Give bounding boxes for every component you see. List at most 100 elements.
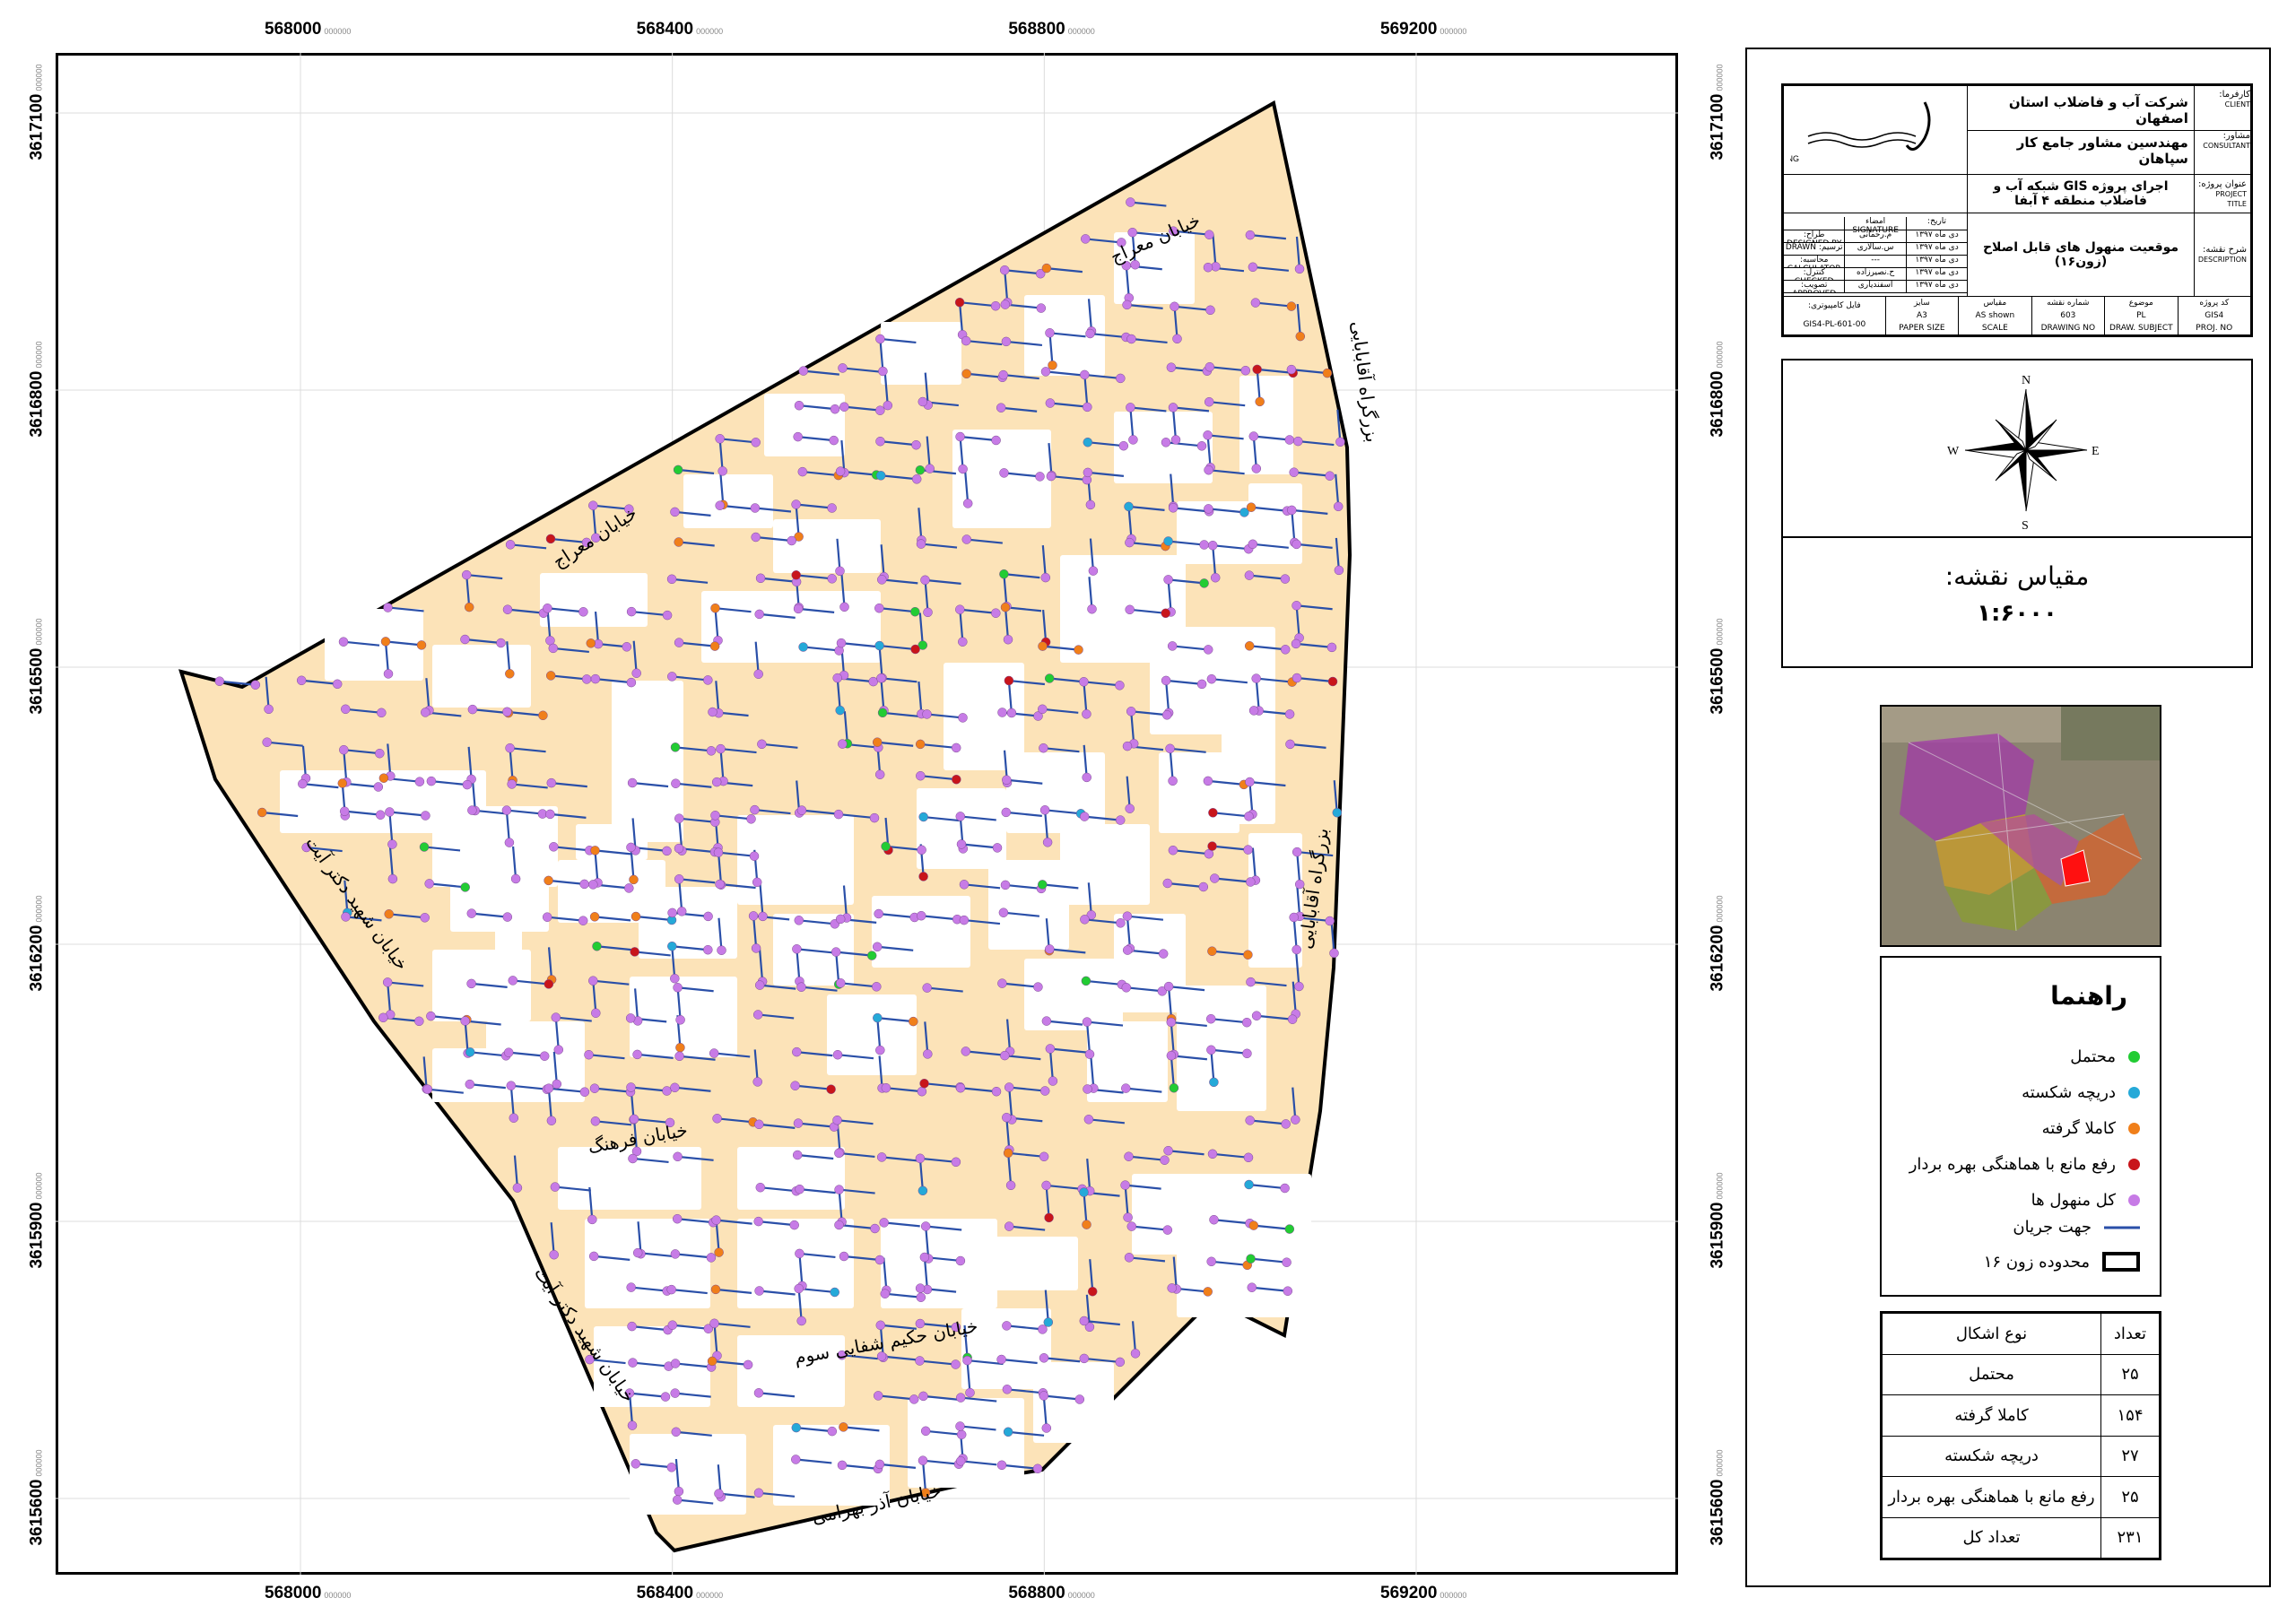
manhole[interactable]	[501, 805, 512, 815]
manhole[interactable]	[546, 777, 557, 788]
manhole[interactable]	[298, 778, 308, 789]
manhole[interactable]	[1033, 982, 1043, 992]
manhole-flagged[interactable]	[464, 602, 474, 612]
manhole[interactable]	[667, 672, 677, 682]
manhole[interactable]	[1125, 537, 1135, 548]
manhole[interactable]	[624, 883, 634, 893]
manhole-flagged[interactable]	[1199, 578, 1209, 588]
manhole[interactable]	[1168, 845, 1178, 855]
manhole-flagged[interactable]	[337, 778, 348, 788]
manhole-flagged[interactable]	[1203, 1287, 1213, 1297]
manhole[interactable]	[1083, 467, 1093, 478]
manhole[interactable]	[1002, 1112, 1012, 1123]
manhole[interactable]	[991, 1086, 1002, 1097]
manhole[interactable]	[872, 942, 883, 952]
manhole[interactable]	[1041, 1016, 1052, 1026]
manhole[interactable]	[674, 638, 684, 647]
manhole[interactable]	[1204, 504, 1213, 514]
manhole[interactable]	[920, 575, 930, 586]
manhole[interactable]	[673, 1151, 683, 1162]
manhole[interactable]	[996, 1354, 1006, 1365]
manhole[interactable]	[834, 1148, 844, 1159]
manhole-flagged[interactable]	[1081, 976, 1091, 986]
manhole[interactable]	[1087, 604, 1097, 614]
manhole[interactable]	[414, 777, 425, 786]
manhole[interactable]	[587, 1214, 597, 1225]
manhole[interactable]	[1166, 1017, 1177, 1028]
manhole[interactable]	[1045, 1044, 1056, 1054]
manhole[interactable]	[955, 604, 965, 614]
manhole[interactable]	[1046, 471, 1057, 482]
manhole[interactable]	[827, 1426, 838, 1437]
manhole[interactable]	[1128, 435, 1138, 445]
manhole[interactable]	[414, 1016, 424, 1027]
manhole[interactable]	[461, 569, 472, 580]
manhole[interactable]	[214, 676, 225, 686]
manhole[interactable]	[420, 913, 430, 923]
manhole-flagged[interactable]	[416, 640, 427, 650]
manhole[interactable]	[875, 1045, 885, 1055]
manhole[interactable]	[714, 1489, 724, 1498]
manhole[interactable]	[961, 534, 972, 544]
manhole[interactable]	[754, 1286, 764, 1296]
manhole[interactable]	[629, 1114, 639, 1125]
manhole[interactable]	[1205, 361, 1215, 372]
manhole-flagged[interactable]	[1074, 645, 1083, 655]
manhole[interactable]	[296, 675, 307, 686]
manhole[interactable]	[1281, 1119, 1291, 1129]
manhole[interactable]	[754, 609, 764, 620]
manhole[interactable]	[626, 606, 637, 617]
manhole[interactable]	[1335, 437, 1345, 447]
manhole-flagged[interactable]	[1038, 641, 1048, 651]
manhole-flagged[interactable]	[866, 951, 877, 960]
manhole-flagged[interactable]	[1207, 946, 1217, 956]
manhole-flagged[interactable]	[590, 846, 600, 855]
manhole[interactable]	[958, 713, 968, 723]
manhole[interactable]	[755, 1182, 766, 1193]
manhole[interactable]	[1280, 1183, 1290, 1194]
manhole[interactable]	[1080, 369, 1090, 380]
manhole[interactable]	[1040, 572, 1051, 583]
manhole[interactable]	[874, 1459, 885, 1470]
manhole[interactable]	[589, 1083, 600, 1093]
manhole[interactable]	[1161, 438, 1171, 447]
manhole-flagged[interactable]	[918, 812, 928, 822]
manhole[interactable]	[715, 434, 725, 444]
manhole-flagged[interactable]	[915, 739, 926, 750]
manhole[interactable]	[1326, 642, 1337, 653]
manhole[interactable]	[1287, 1014, 1298, 1024]
manhole[interactable]	[378, 1012, 388, 1023]
manhole[interactable]	[510, 873, 521, 884]
manhole[interactable]	[718, 466, 727, 476]
manhole[interactable]	[551, 1012, 561, 1022]
manhole[interactable]	[925, 464, 935, 473]
manhole-flagged[interactable]	[875, 471, 886, 481]
manhole[interactable]	[507, 779, 517, 789]
manhole[interactable]	[1003, 634, 1013, 645]
manhole[interactable]	[552, 1079, 562, 1090]
manhole[interactable]	[1294, 981, 1304, 992]
manhole[interactable]	[1083, 402, 1092, 413]
manhole[interactable]	[588, 500, 598, 510]
manhole[interactable]	[1121, 1083, 1131, 1093]
manhole[interactable]	[1039, 1151, 1049, 1162]
manhole[interactable]	[703, 944, 713, 955]
manhole[interactable]	[1079, 677, 1089, 687]
manhole-flagged[interactable]	[999, 569, 1009, 579]
manhole[interactable]	[789, 1220, 799, 1230]
manhole[interactable]	[1292, 673, 1302, 683]
manhole[interactable]	[667, 908, 677, 918]
manhole[interactable]	[383, 669, 394, 679]
manhole[interactable]	[1000, 300, 1011, 309]
manhole[interactable]	[546, 1116, 557, 1125]
manhole-flagged[interactable]	[1041, 263, 1052, 274]
manhole[interactable]	[503, 1047, 514, 1057]
manhole[interactable]	[1293, 436, 1303, 447]
manhole-flagged[interactable]	[1244, 1179, 1254, 1190]
manhole[interactable]	[1204, 465, 1213, 475]
manhole-flagged[interactable]	[538, 710, 548, 721]
manhole[interactable]	[1172, 334, 1182, 344]
manhole[interactable]	[793, 604, 804, 614]
manhole[interactable]	[916, 770, 926, 781]
manhole-flagged[interactable]	[674, 537, 683, 547]
